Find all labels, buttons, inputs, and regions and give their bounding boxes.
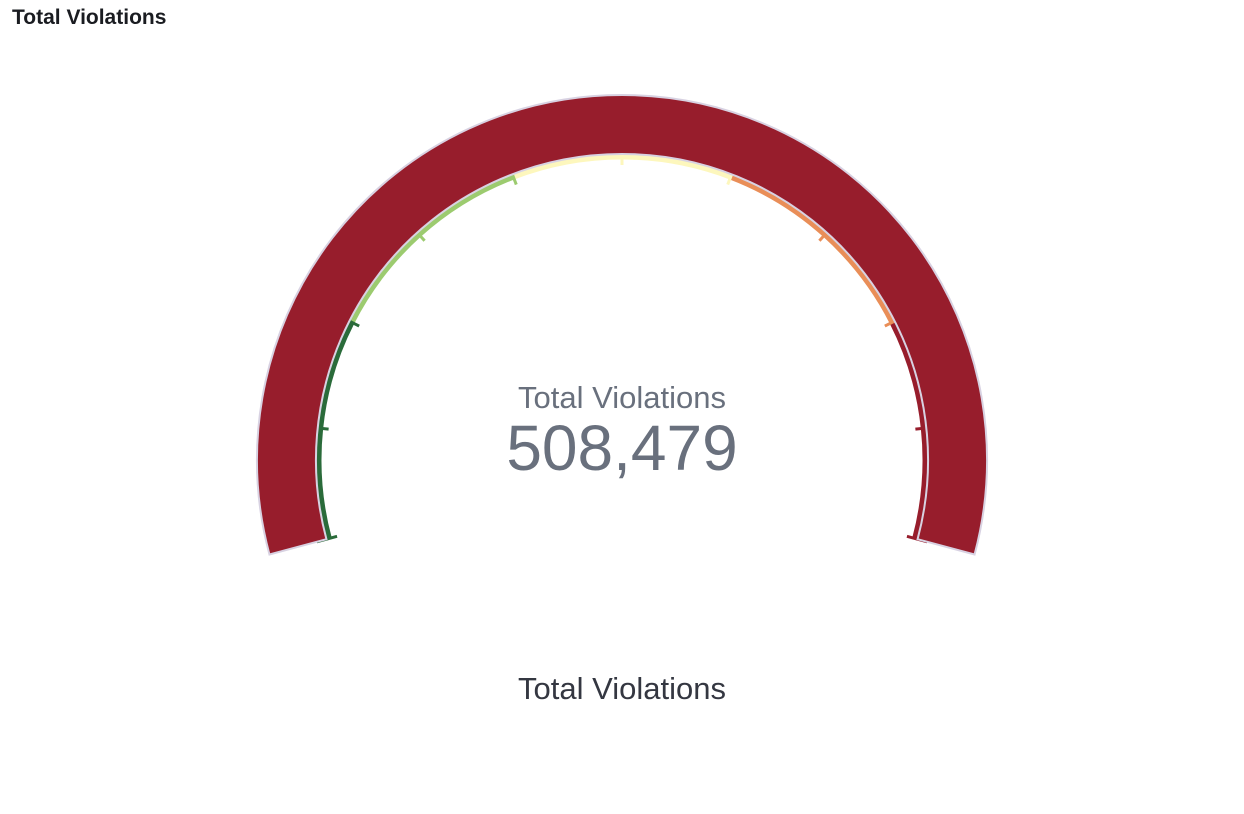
gauge-metric-label: Total Violations bbox=[518, 380, 726, 415]
gauge-caption: Total Violations bbox=[518, 671, 726, 706]
gauge-chart: Total Violations 508,479 Total Violation… bbox=[256, 94, 988, 706]
gauge-value: 508,479 bbox=[506, 412, 737, 484]
